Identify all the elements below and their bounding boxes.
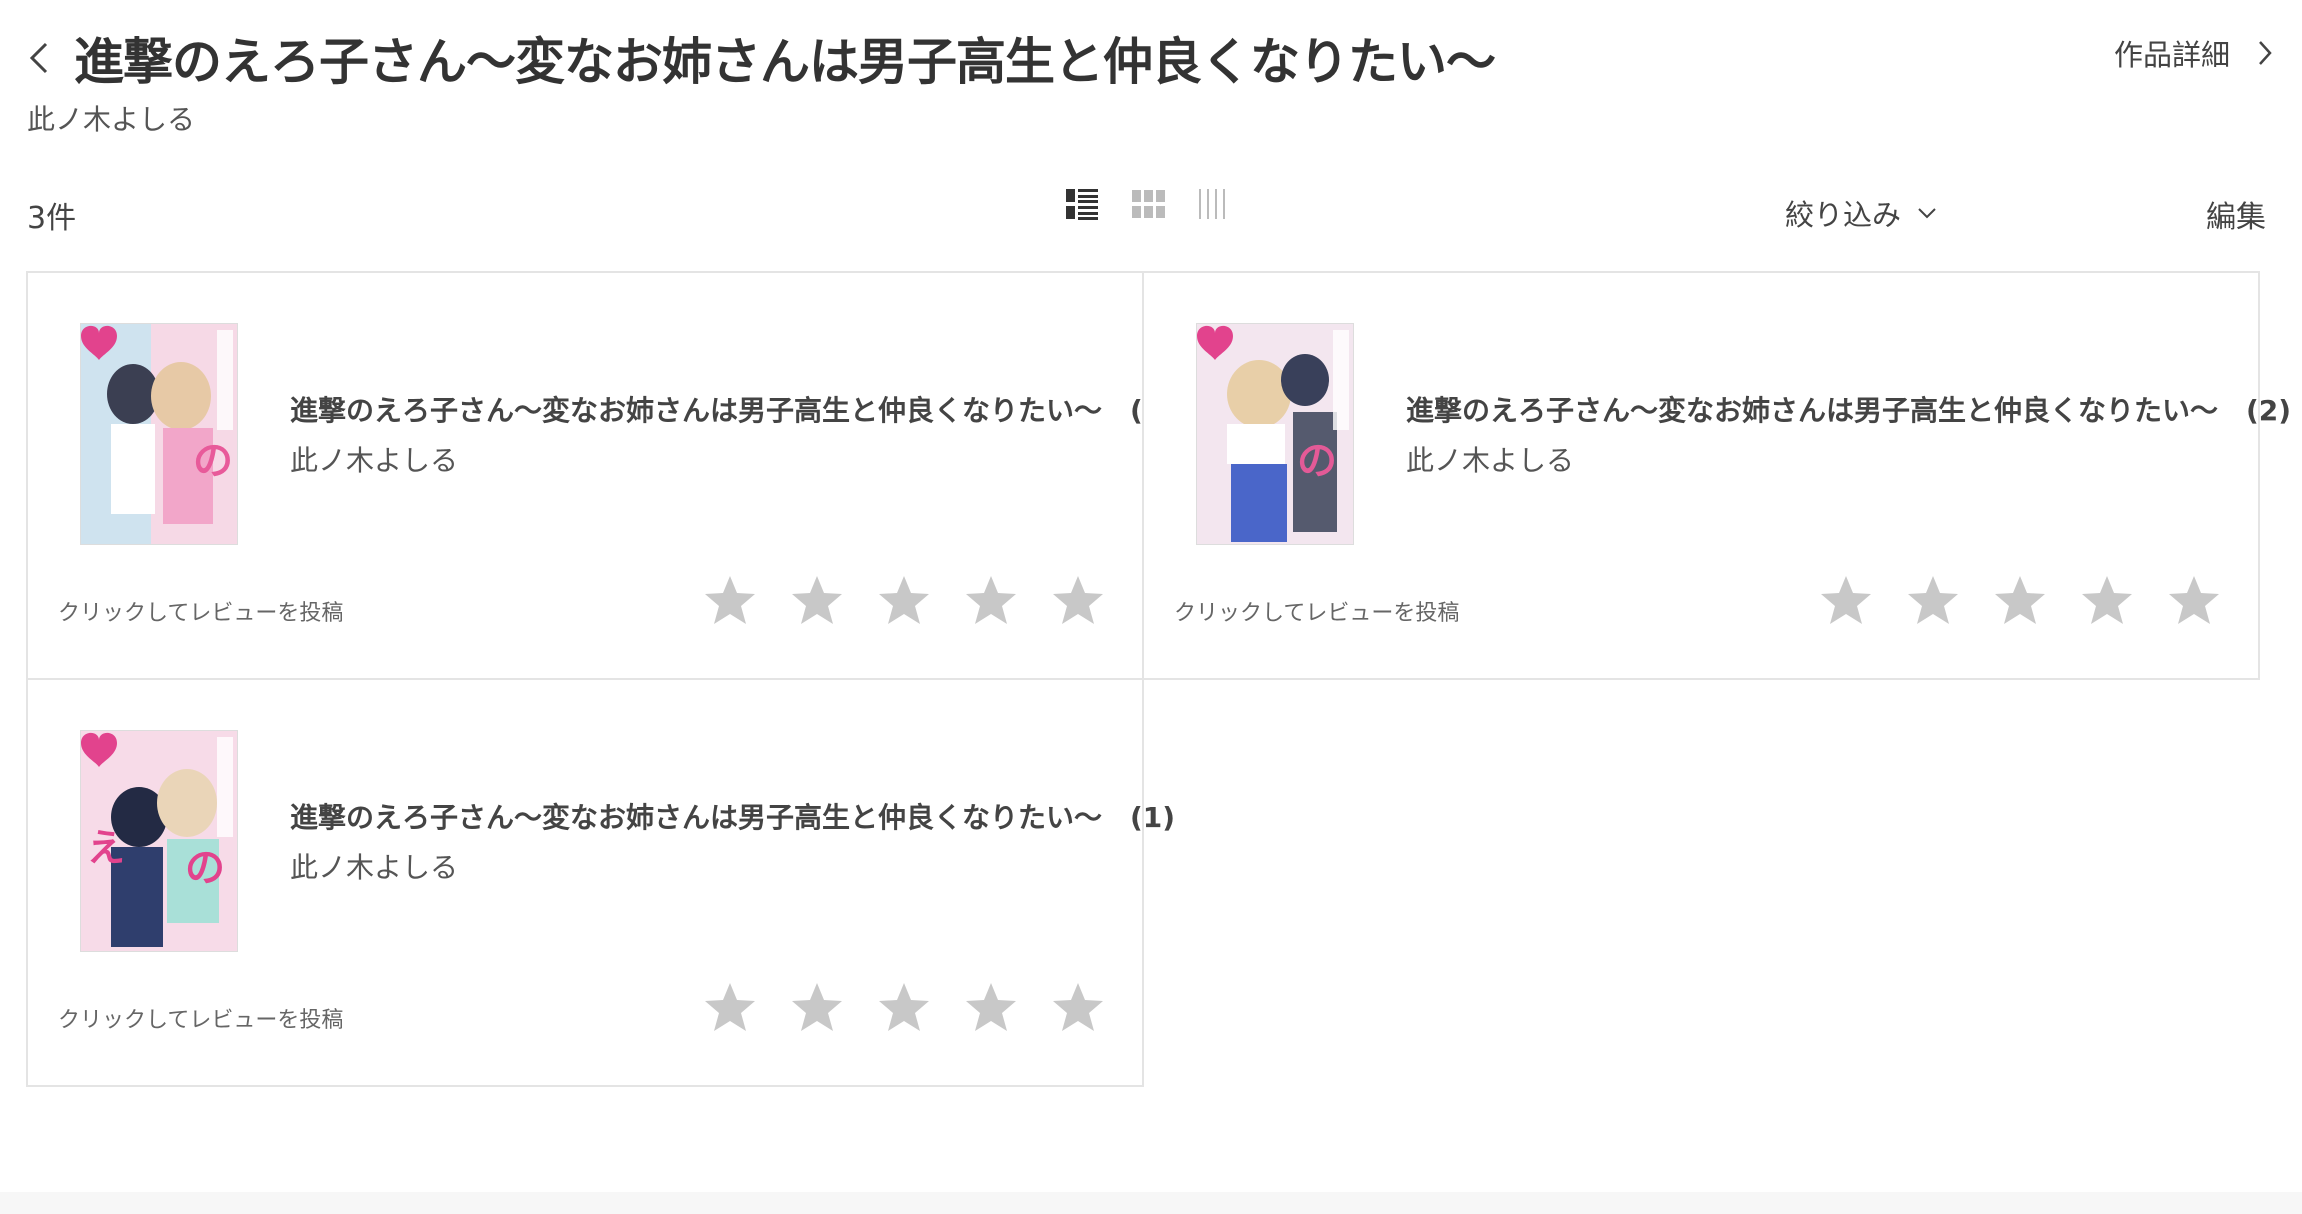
star-icon[interactable] bbox=[963, 573, 1019, 629]
book-card: え の 進撃のえろ子さん〜変なお姉さんは男子高生と仲良くなりたい〜 (1) 此ノ… bbox=[26, 678, 1175, 1087]
svg-text:の: の bbox=[1297, 438, 1337, 484]
rating-stars bbox=[702, 980, 1106, 1036]
book-author[interactable]: 此ノ木よしる bbox=[1406, 439, 1574, 479]
work-details-label: 作品詳細 bbox=[2113, 38, 2230, 72]
star-icon[interactable] bbox=[1818, 573, 1874, 629]
star-icon[interactable] bbox=[2079, 573, 2135, 629]
series-title: 進撃のえろ子さん〜変なお姉さんは男子高生と仲良くなりたい〜 bbox=[74, 33, 1496, 91]
star-icon[interactable] bbox=[702, 573, 758, 629]
book-card: の 進撃のえろ子さん〜変なお姉さんは男子高生と仲良くなりたい〜 (2) 此ノ木よ… bbox=[1142, 271, 2291, 680]
edit-button[interactable]: 編集 bbox=[2206, 192, 2266, 236]
grid-view-icon[interactable] bbox=[1130, 186, 1166, 222]
svg-text:の: の bbox=[185, 845, 225, 891]
back-button[interactable] bbox=[22, 30, 58, 86]
book-title[interactable]: 進撃のえろ子さん〜変なお姉さんは男子高生と仲良くなりたい〜 (2) bbox=[1406, 389, 2291, 429]
svg-text:の: の bbox=[193, 438, 233, 484]
book-cover-3[interactable]: の bbox=[80, 323, 238, 545]
spine-view-icon[interactable] bbox=[1196, 186, 1232, 222]
rating-stars bbox=[1818, 573, 2222, 629]
book-title[interactable]: 進撃のえろ子さん〜変なお姉さんは男子高生と仲良くなりたい〜 (3) bbox=[290, 389, 1175, 429]
book-author[interactable]: 此ノ木よしる bbox=[290, 439, 458, 479]
item-count: 3件 bbox=[27, 201, 77, 236]
series-author[interactable]: 此ノ木よしる bbox=[27, 98, 195, 138]
page-header: 進撃のえろ子さん〜変なお姉さんは男子高生と仲良くなりたい〜 此ノ木よしる 作品詳… bbox=[0, 0, 2302, 160]
cover-image: え の bbox=[81, 731, 237, 951]
chevron-right-icon bbox=[2259, 41, 2272, 65]
star-icon[interactable] bbox=[1050, 573, 1106, 629]
review-prompt[interactable]: クリックしてレビューを投稿 bbox=[58, 1002, 343, 1034]
cover-image: の bbox=[81, 324, 237, 544]
star-icon[interactable] bbox=[1905, 573, 1961, 629]
page-footer-strip bbox=[0, 1192, 2302, 1214]
star-icon[interactable] bbox=[2166, 573, 2222, 629]
rating-stars bbox=[702, 573, 1106, 629]
filter-label: 絞り込み bbox=[1785, 198, 1902, 232]
book-author[interactable]: 此ノ木よしる bbox=[290, 846, 458, 886]
star-icon[interactable] bbox=[789, 980, 845, 1036]
chevron-down-icon bbox=[1918, 208, 1936, 219]
book-cover-2[interactable]: の bbox=[1196, 323, 1354, 545]
book-card: の 進撃のえろ子さん〜変なお姉さんは男子高生と仲良くなりたい〜 (3) 此ノ木よ… bbox=[26, 271, 1175, 680]
star-icon[interactable] bbox=[1050, 980, 1106, 1036]
star-icon[interactable] bbox=[876, 573, 932, 629]
star-icon[interactable] bbox=[1992, 573, 2048, 629]
star-icon[interactable] bbox=[876, 980, 932, 1036]
review-prompt[interactable]: クリックしてレビューを投稿 bbox=[58, 595, 343, 627]
cover-image: の bbox=[1197, 324, 1353, 544]
star-icon[interactable] bbox=[963, 980, 1019, 1036]
list-view-icon[interactable] bbox=[1064, 186, 1100, 222]
list-toolbar: 3件 絞り込み 編集 bbox=[0, 180, 2302, 240]
work-details-link[interactable]: 作品詳細 bbox=[2114, 32, 2274, 74]
review-prompt[interactable]: クリックしてレビューを投稿 bbox=[1174, 595, 1459, 627]
book-cover-1[interactable]: え の bbox=[80, 730, 238, 952]
book-title[interactable]: 進撃のえろ子さん〜変なお姉さんは男子高生と仲良くなりたい〜 (1) bbox=[290, 796, 1175, 836]
chevron-left-icon bbox=[29, 42, 48, 74]
filter-dropdown[interactable]: 絞り込み bbox=[1785, 192, 1937, 234]
view-mode-switch bbox=[1064, 186, 1232, 222]
star-icon[interactable] bbox=[789, 573, 845, 629]
svg-text:え: え bbox=[87, 826, 125, 870]
star-icon[interactable] bbox=[702, 980, 758, 1036]
